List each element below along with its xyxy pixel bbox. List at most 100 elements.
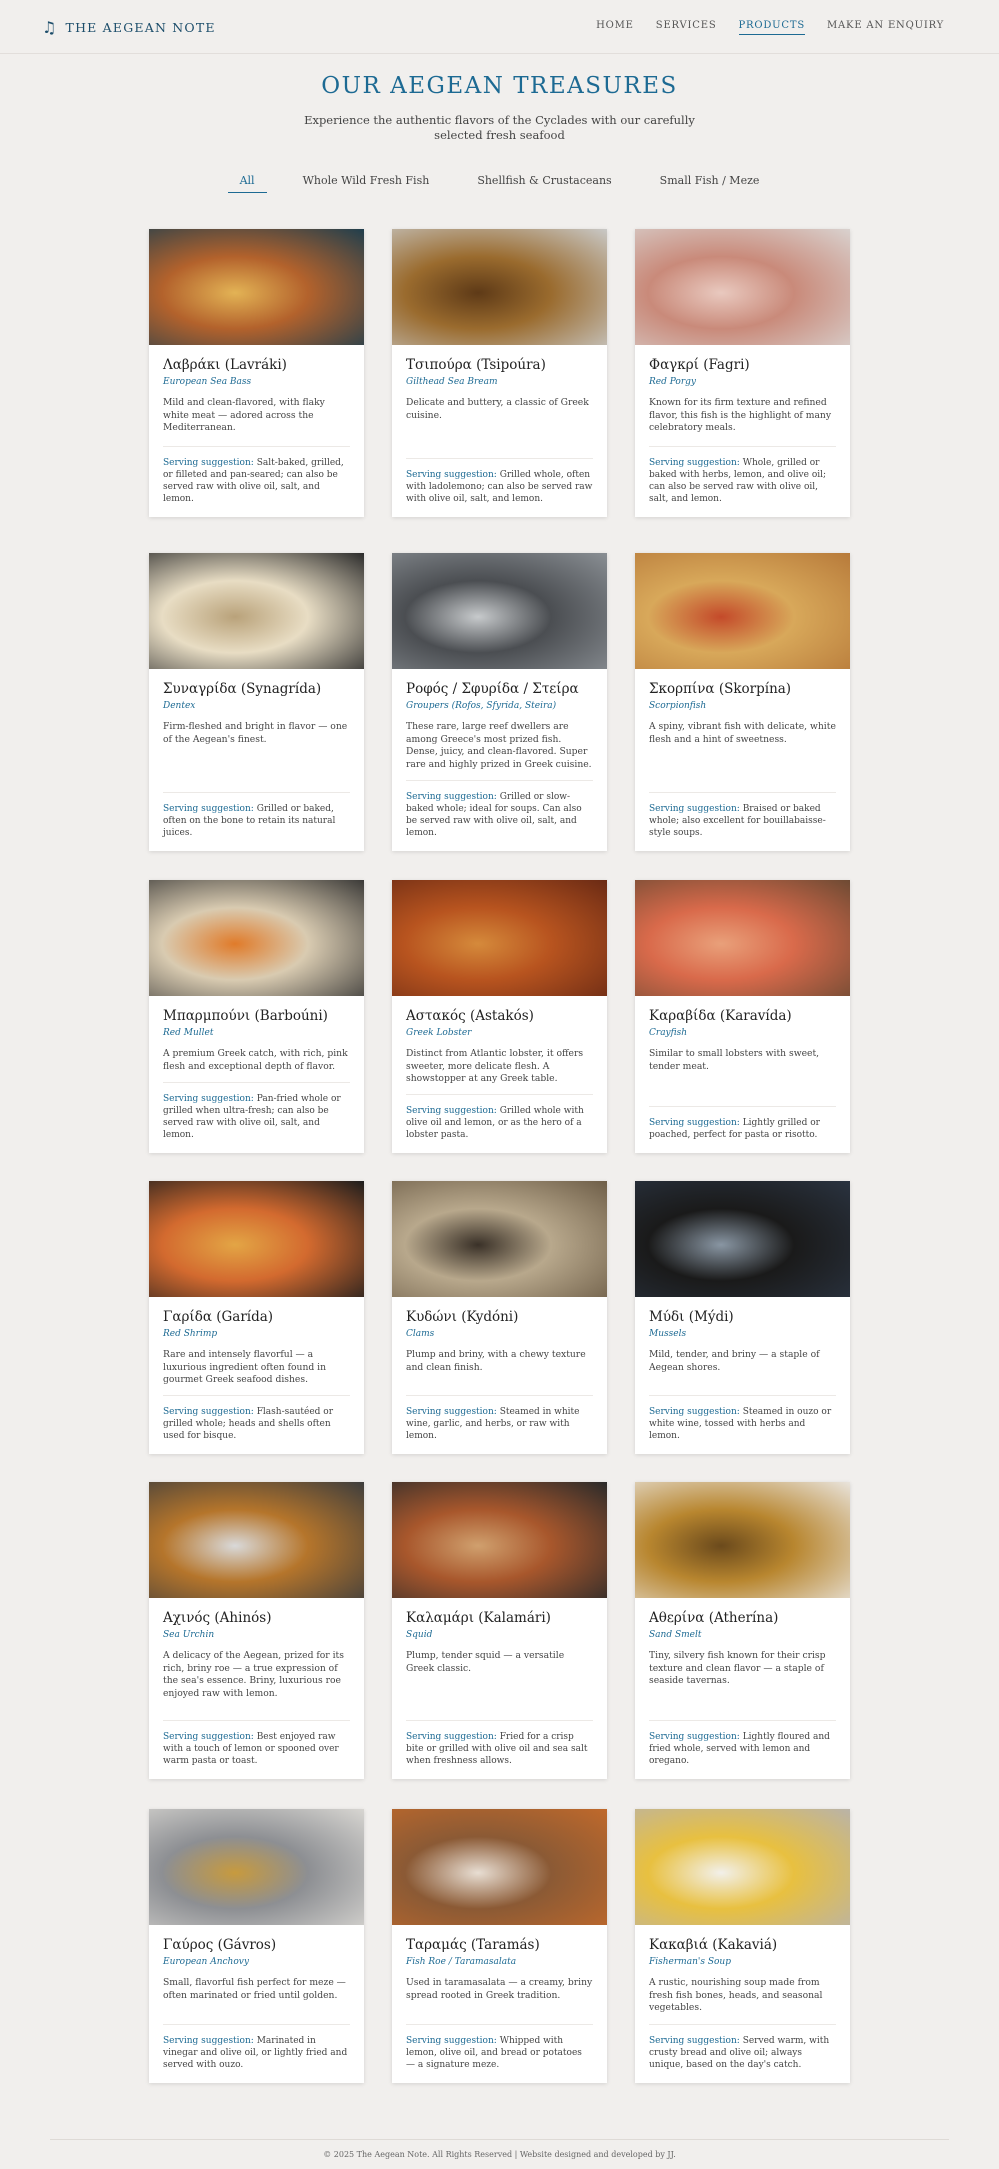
product-description: Mild, tender, and briny — a staple of Ae… — [649, 1349, 820, 1373]
product-image — [392, 229, 607, 345]
product-english-name: Squid — [406, 1630, 433, 1640]
product-description: Plump, tender squid — a versatile Greek … — [406, 1650, 565, 1674]
product-image — [635, 1482, 850, 1598]
serving-suggestion: Serving suggestion: Fried for a crisp bi… — [406, 1720, 593, 1767]
product-card[interactable]: Μπαρμπούνι (Barboúni) Red Mullet A premium… — [149, 880, 364, 1153]
serving-suggestion: Serving suggestion: Flash-sautéed or gri… — [163, 1395, 350, 1442]
product-card[interactable]: Κυδώνι (Kydóni) Clams Plump and briny, wit… — [392, 1181, 607, 1454]
product-title: Κακαβιά (Kakaviá) — [649, 1937, 778, 1953]
product-title: Μπαρμπούνι (Barboúni) — [163, 1008, 328, 1024]
product-image — [392, 880, 607, 996]
product-english-name: Red Porgy — [649, 377, 696, 387]
music-note-icon: ♫ — [42, 18, 58, 37]
serving-suggestion-label: Serving suggestion: — [406, 470, 497, 480]
product-description: Similar to small lobsters with sweet, te… — [649, 1048, 820, 1072]
product-description: Known for its firm texture and refined f… — [649, 397, 832, 433]
category-filters: All Whole Wild Fresh Fish Shellfish & Cr… — [0, 174, 999, 193]
serving-suggestion-label: Serving suggestion: — [406, 1106, 497, 1116]
serving-suggestion-label: Serving suggestion: — [649, 1407, 740, 1417]
serving-suggestion: Serving suggestion: Marinated in vinegar… — [163, 2024, 350, 2071]
product-english-name: European Anchovy — [163, 1957, 249, 1967]
product-card[interactable]: Λαβράκι (Lavráki) European Sea Bass Mild a… — [149, 229, 364, 517]
serving-suggestion: Serving suggestion: Pan-fried whole or g… — [163, 1082, 350, 1141]
serving-suggestion-label: Serving suggestion: — [163, 804, 254, 814]
serving-suggestion: Serving suggestion: Steamed in ouzo or w… — [649, 1395, 836, 1442]
product-card[interactable]: Μύδι (Mýdi) Mussels Mild, tender, and brin… — [635, 1181, 850, 1454]
product-title: Καραβίδα (Karavída) — [649, 1008, 792, 1024]
product-description: Distinct from Atlantic lobster, it offer… — [406, 1048, 584, 1084]
product-english-name: Clams — [406, 1329, 435, 1339]
product-title: Κυδώνι (Kydóni) — [406, 1309, 519, 1325]
serving-suggestion: Serving suggestion: Salt-baked, grilled,… — [163, 446, 350, 505]
product-title: Γαρίδα (Garída) — [163, 1309, 274, 1325]
product-image — [635, 1809, 850, 1925]
serving-suggestion: Serving suggestion: Whole, grilled or ba… — [649, 446, 836, 505]
product-title: Αθερίνα (Atherína) — [649, 1610, 779, 1626]
site-header: ♫ THE AEGEAN NOTE HOME SERVICES PRODUCTS… — [0, 0, 999, 54]
product-description: Delicate and buttery, a classic of Greek… — [406, 397, 589, 421]
product-title: Αχινός (Ahinós) — [163, 1610, 272, 1626]
serving-suggestion-label: Serving suggestion: — [163, 1407, 254, 1417]
product-card[interactable]: Γαύρος (Gávros) European Anchovy Small, fl… — [149, 1809, 364, 2083]
product-description: Rare and intensely flavorful — a luxurio… — [163, 1349, 327, 1385]
product-card[interactable]: Καραβίδα (Karavída) Crayfish Similar to sm… — [635, 880, 850, 1153]
product-english-name: European Sea Bass — [163, 377, 252, 387]
main-nav: HOME SERVICES PRODUCTS MAKE AN ENQUIRY — [596, 20, 944, 35]
product-card[interactable]: Συναγρίδα (Synagrída) Dentex Firm-fleshed … — [149, 553, 364, 851]
serving-suggestion: Serving suggestion: Lightly grilled or p… — [649, 1106, 836, 1141]
filter-small-fish-meze[interactable]: Small Fish / Meze — [648, 174, 772, 193]
product-description: These rare, large reef dwellers are amon… — [406, 721, 592, 770]
serving-suggestion-label: Serving suggestion: — [163, 2036, 254, 2046]
product-title: Σκορπίνα (Skorpína) — [649, 681, 792, 697]
product-card[interactable]: Ροφός / Σφυρίδα / Στείρα Groupers (Rofos,… — [392, 553, 607, 851]
product-english-name: Crayfish — [649, 1028, 688, 1038]
product-english-name: Fish Roe / Taramasalata — [406, 1957, 517, 1967]
product-title: Τσιπούρα (Tsipoúra) — [406, 357, 546, 373]
serving-suggestion-label: Serving suggestion: — [649, 2036, 740, 2046]
product-card[interactable]: Κακαβιά (Kakaviá) Fisherman's Soup A rusti… — [635, 1809, 850, 2083]
product-image — [392, 1181, 607, 1297]
product-image — [392, 1809, 607, 1925]
product-card[interactable]: Σκορπίνα (Skorpína) Scorpionfish A spiny, … — [635, 553, 850, 851]
serving-suggestion-label: Serving suggestion: — [649, 804, 740, 814]
product-english-name: Red Shrimp — [163, 1329, 218, 1339]
filter-all[interactable]: All — [227, 174, 267, 193]
product-card[interactable]: Γαρίδα (Garída) Red Shrimp Rare and intens… — [149, 1181, 364, 1454]
product-description: Used in taramasalata — a creamy, briny s… — [406, 1977, 593, 2001]
product-title: Αστακός (Astakós) — [406, 1008, 534, 1024]
serving-suggestion: Serving suggestion: Served warm, with cr… — [649, 2024, 836, 2071]
product-english-name: Greek Lobster — [406, 1028, 472, 1038]
product-card[interactable]: Αθερίνα (Atherína) Sand Smelt Tiny, silver… — [635, 1482, 850, 1779]
product-description: A rustic, nourishing soup made from fres… — [649, 1977, 823, 2013]
product-description: A premium Greek catch, with rich, pink f… — [163, 1048, 348, 1072]
serving-suggestion-label: Serving suggestion: — [163, 1732, 254, 1742]
product-image — [392, 553, 607, 669]
product-description: Small, flavorful fish perfect for meze —… — [163, 1977, 346, 2001]
footer-divider — [50, 2139, 949, 2140]
product-description: A delicacy of the Aegean, prized for its… — [163, 1650, 344, 1699]
product-title: Καλαμάρι (Kalamári) — [406, 1610, 551, 1626]
product-english-name: Mussels — [649, 1329, 687, 1339]
nav-services[interactable]: SERVICES — [656, 20, 717, 35]
brand-logo[interactable]: ♫ THE AEGEAN NOTE — [42, 18, 216, 37]
product-title: Λαβράκι (Lavráki) — [163, 357, 287, 373]
serving-suggestion-label: Serving suggestion: — [406, 1407, 497, 1417]
product-card[interactable]: Καλαμάρι (Kalamári) Squid Plump, tender sq… — [392, 1482, 607, 1779]
page-title: OUR AEGEAN TREASURES — [321, 73, 678, 99]
product-image — [635, 1181, 850, 1297]
nav-make-an-enquiry[interactable]: MAKE AN ENQUIRY — [827, 20, 944, 35]
product-card[interactable]: Φαγκρί (Fagri) Red Porgy Known for its fir… — [635, 229, 850, 517]
product-card[interactable]: Ταραμάς (Taramás) Fish Roe / Taramasalata… — [392, 1809, 607, 2083]
nav-products[interactable]: PRODUCTS — [738, 20, 805, 35]
product-card[interactable]: Αχινός (Ahinós) Sea Urchin A delicacy of t… — [149, 1482, 364, 1779]
product-card[interactable]: Τσιπούρα (Tsipoúra) Gilthead Sea Bream Del… — [392, 229, 607, 517]
serving-suggestion: Serving suggestion: Best enjoyed raw wit… — [163, 1720, 350, 1767]
product-title: Ταραμάς (Taramás) — [406, 1937, 540, 1953]
serving-suggestion: Serving suggestion: Grilled or slow-bake… — [406, 780, 593, 839]
product-title: Ροφός / Σφυρίδα / Στείρα — [406, 681, 579, 697]
nav-home[interactable]: HOME — [596, 20, 634, 35]
product-card[interactable]: Αστακός (Astakós) Greek Lobster Distinct f… — [392, 880, 607, 1153]
serving-suggestion-label: Serving suggestion: — [649, 458, 740, 468]
filter-whole-wild-fresh-fish[interactable]: Whole Wild Fresh Fish — [291, 174, 442, 193]
filter-shellfish-crustaceans[interactable]: Shellfish & Crustaceans — [465, 174, 623, 193]
